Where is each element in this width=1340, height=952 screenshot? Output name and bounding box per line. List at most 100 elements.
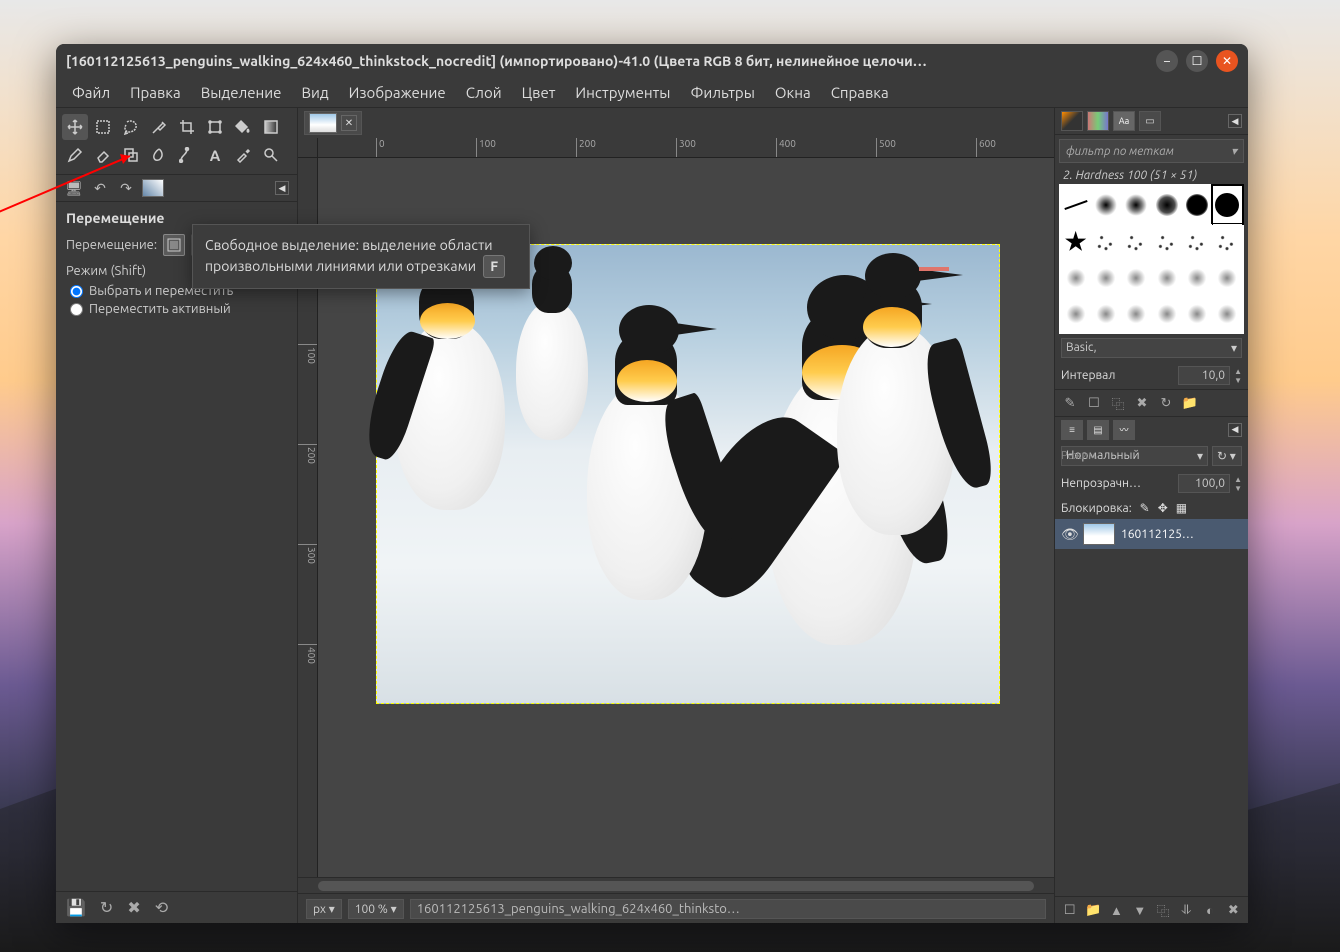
refresh-brush-icon[interactable]: ↻	[1157, 394, 1175, 412]
duplicate-layer-icon[interactable]: ⿻	[1155, 901, 1172, 919]
opacity-up-icon[interactable]: ▲	[1234, 475, 1242, 484]
image-thumb-icon[interactable]	[142, 179, 164, 197]
brush-item[interactable]	[1213, 224, 1242, 259]
tool-smudge[interactable]	[146, 142, 172, 168]
edit-brush-icon[interactable]: ✎	[1061, 394, 1079, 412]
brush-grid[interactable]	[1059, 184, 1244, 334]
brush-item[interactable]	[1182, 224, 1211, 259]
opacity-value[interactable]: 100,0	[1178, 474, 1230, 493]
tool-free-select[interactable]	[118, 114, 144, 140]
duplicate-brush-icon[interactable]: ⿻	[1109, 394, 1127, 412]
layer-down-icon[interactable]: ▼	[1131, 901, 1148, 919]
brush-item[interactable]	[1122, 261, 1151, 296]
brush-item[interactable]	[1061, 186, 1090, 223]
new-layer-icon[interactable]: ☐	[1061, 901, 1078, 919]
delete-brush-icon[interactable]: ✖	[1133, 394, 1151, 412]
menu-image[interactable]: Изображение	[339, 80, 456, 105]
brush-item[interactable]	[1061, 297, 1090, 332]
layer-up-icon[interactable]: ▲	[1108, 901, 1125, 919]
image-tab[interactable]: ✕	[304, 111, 362, 135]
tool-transform[interactable]	[202, 114, 228, 140]
brush-item[interactable]	[1091, 224, 1120, 259]
maximize-button[interactable]: ☐	[1186, 50, 1208, 72]
tool-fuzzy-select[interactable]	[146, 114, 172, 140]
tab-close-icon[interactable]: ✕	[341, 115, 357, 131]
brush-item[interactable]	[1061, 261, 1090, 296]
tab-brushes-icon[interactable]	[1061, 111, 1083, 131]
save-preset-icon[interactable]: 💾	[66, 898, 86, 917]
menu-edit[interactable]: Правка	[120, 80, 191, 105]
tool-bucket-fill[interactable]	[230, 114, 256, 140]
mask-layer-icon[interactable]: ◐	[1201, 901, 1218, 919]
tool-eraser[interactable]	[90, 142, 116, 168]
tab-paths-icon[interactable]: 〰	[1113, 420, 1135, 440]
menu-color[interactable]: Цвет	[512, 80, 566, 105]
tool-rect-select[interactable]	[90, 114, 116, 140]
tab-history-icon[interactable]: ▭	[1139, 111, 1161, 131]
brush-preset-select[interactable]: Basic,▾	[1061, 338, 1242, 358]
brush-item[interactable]	[1152, 224, 1181, 259]
brush-item[interactable]	[1122, 186, 1151, 223]
tool-clone[interactable]	[118, 142, 144, 168]
tool-move[interactable]	[62, 114, 88, 140]
interval-up-icon[interactable]: ▲	[1234, 367, 1242, 376]
radio-move-active[interactable]: Переместить активный	[66, 302, 287, 316]
menu-view[interactable]: Вид	[291, 80, 338, 105]
brush-item[interactable]	[1213, 297, 1242, 332]
tab-fonts-icon[interactable]: Aa	[1113, 111, 1135, 131]
tool-color-picker[interactable]	[230, 142, 256, 168]
menu-windows[interactable]: Окна	[765, 80, 821, 105]
redo-icon[interactable]: ↷	[116, 178, 136, 198]
delete-layer-icon[interactable]: ✖	[1225, 901, 1242, 919]
zoom-select[interactable]: 100 % ▾	[348, 899, 404, 919]
open-brush-icon[interactable]: 📁	[1181, 394, 1199, 412]
device-icon[interactable]: 🖥	[64, 178, 84, 198]
interval-down-icon[interactable]: ▼	[1234, 376, 1242, 385]
tool-crop[interactable]	[174, 114, 200, 140]
brush-item[interactable]	[1091, 186, 1120, 223]
brush-item[interactable]	[1152, 261, 1181, 296]
opacity-down-icon[interactable]: ▼	[1234, 484, 1242, 493]
brush-item[interactable]	[1061, 224, 1090, 259]
ruler-corner[interactable]	[298, 138, 318, 158]
lock-position-icon[interactable]: ✥	[1158, 501, 1168, 515]
layer-name[interactable]: 160112125…	[1121, 528, 1242, 541]
menu-tools[interactable]: Инструменты	[565, 80, 680, 105]
tool-pencil[interactable]	[62, 142, 88, 168]
brush-item-selected[interactable]	[1213, 186, 1242, 223]
menu-file[interactable]: Файл	[62, 80, 120, 105]
brush-item[interactable]	[1213, 261, 1242, 296]
move-layer-icon[interactable]	[163, 234, 185, 256]
menu-layer[interactable]: Слой	[456, 80, 512, 105]
delete-icon[interactable]: ✖	[127, 898, 140, 917]
brush-item[interactable]	[1091, 297, 1120, 332]
layer-item[interactable]: 👁 160112125…	[1055, 519, 1248, 549]
tool-gradient[interactable]	[258, 114, 284, 140]
brush-item[interactable]	[1182, 186, 1211, 223]
new-group-icon[interactable]: 📁	[1084, 901, 1101, 919]
collapse-right-bottom-icon[interactable]: ◀	[1228, 423, 1242, 437]
menu-help[interactable]: Справка	[821, 80, 899, 105]
restore-icon[interactable]: ↻	[100, 898, 113, 917]
tab-layers-icon[interactable]: ≡	[1061, 420, 1083, 440]
collapse-left-icon[interactable]: ◀	[275, 181, 289, 195]
minimize-button[interactable]: –	[1156, 50, 1178, 72]
brush-item[interactable]	[1152, 186, 1181, 223]
menu-filters[interactable]: Фильтры	[680, 80, 764, 105]
collapse-right-top-icon[interactable]: ◀	[1228, 114, 1242, 128]
tab-patterns-icon[interactable]	[1087, 111, 1109, 131]
interval-value[interactable]: 10,0	[1178, 366, 1230, 385]
layer-switch-icon[interactable]: ↻ ▾	[1212, 446, 1242, 466]
tool-path[interactable]	[174, 142, 200, 168]
lock-alpha-icon[interactable]: ▦	[1176, 501, 1187, 515]
close-button[interactable]: ✕	[1216, 50, 1238, 72]
horizontal-ruler[interactable]: 0 100 200 300 400 500 600	[318, 138, 1054, 158]
tool-zoom[interactable]	[258, 142, 284, 168]
brush-item[interactable]	[1122, 297, 1151, 332]
layer-visibility-icon[interactable]: 👁	[1061, 526, 1077, 543]
merge-layer-icon[interactable]: ⥥	[1178, 901, 1195, 919]
menu-select[interactable]: Выделение	[191, 80, 292, 105]
new-brush-icon[interactable]: ☐	[1085, 394, 1103, 412]
horizontal-scrollbar[interactable]	[298, 877, 1054, 893]
brush-item[interactable]	[1182, 261, 1211, 296]
